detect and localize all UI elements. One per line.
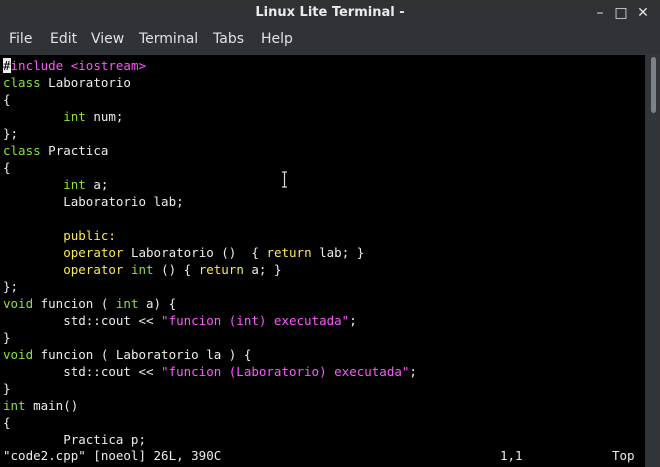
- code-token: int: [115, 296, 139, 311]
- code-token: operator: [63, 262, 124, 277]
- code-line: {: [3, 159, 11, 176]
- code-token: std::cout <<: [3, 364, 162, 379]
- code-line: int num;: [3, 108, 123, 125]
- code-token: num;: [85, 109, 124, 124]
- title-bar[interactable]: Linux Lite Terminal - – □ ✕: [0, 0, 660, 27]
- code-token: void: [3, 296, 34, 311]
- code-token: int: [3, 398, 26, 413]
- code-line: class Practica: [3, 142, 108, 159]
- code-line: Practica p;: [3, 431, 146, 448]
- code-line: }: [3, 380, 11, 397]
- terminal-screen[interactable]: Practica p;{int main()} std::cout << "fu…: [0, 55, 645, 467]
- code-token: ;: [409, 364, 417, 379]
- menu-terminal[interactable]: Terminal: [139, 31, 198, 47]
- code-line: std::cout << "funcion (int) executada";: [3, 312, 357, 329]
- code-line: Laboratorio lab;: [3, 193, 184, 210]
- text-cursor-icon: [282, 171, 287, 188]
- code-line: {: [3, 91, 11, 108]
- code-token: Laboratorio () {: [123, 245, 267, 260]
- code-token: {: [3, 160, 11, 175]
- code-token: a; }: [243, 262, 282, 277]
- maximize-icon[interactable]: □: [611, 4, 631, 23]
- code-token: public:: [63, 228, 116, 243]
- code-token: main(): [25, 398, 79, 413]
- code-token: Practica: [40, 143, 109, 158]
- vim-status-scroll: Top: [612, 448, 635, 463]
- code-token: return: [198, 262, 244, 277]
- code-line: class Laboratorio: [3, 74, 131, 91]
- code-line: #include <iostream>: [3, 57, 146, 74]
- scrollbar-thumb[interactable]: [651, 57, 656, 113]
- menu-help[interactable]: Help: [261, 31, 293, 47]
- window-title: Linux Lite Terminal -: [255, 5, 405, 20]
- code-token: Practica p;: [3, 432, 146, 447]
- code-token: funcion (: [33, 296, 116, 311]
- menu-file[interactable]: File: [9, 31, 32, 47]
- code-line: };: [3, 278, 18, 295]
- code-token: Laboratorio lab;: [3, 194, 184, 209]
- code-line: void funcion ( Laboratorio la ) {: [3, 346, 251, 363]
- code-token: {: [3, 415, 11, 430]
- code-line: }: [3, 329, 11, 346]
- terminal-window: Linux Lite Terminal - – □ ✕ File Edit Vi…: [0, 0, 660, 467]
- vim-status-position: 1,1: [500, 448, 523, 463]
- code-token: void: [3, 347, 34, 362]
- code-token: "funcion (int) executada": [161, 313, 350, 328]
- code-line: operator int () { return a; }: [3, 261, 282, 278]
- code-token: include: [10, 58, 71, 73]
- menu-bar: File Edit View Terminal Tabs Help: [0, 27, 660, 54]
- code-token: operator: [63, 245, 124, 260]
- code-token: {: [3, 92, 11, 107]
- code-token: ;: [349, 313, 357, 328]
- code-line: public:: [3, 227, 116, 244]
- code-token: };: [3, 279, 19, 294]
- menu-view[interactable]: View: [91, 31, 124, 47]
- code-line: void funcion ( int a) {: [3, 295, 176, 312]
- minimize-icon[interactable]: –: [590, 4, 610, 23]
- close-icon[interactable]: ✕: [633, 4, 653, 23]
- menu-tabs[interactable]: Tabs: [213, 31, 244, 47]
- code-token: class: [3, 75, 41, 90]
- code-token: class: [3, 143, 41, 158]
- code-line: int main(): [3, 397, 78, 414]
- code-line: int a;: [3, 176, 108, 193]
- scrollbar-track[interactable]: [645, 55, 660, 467]
- code-token: Laboratorio: [40, 75, 131, 90]
- code-token: return: [266, 245, 312, 260]
- code-line: operator Laboratorio () { return lab; }: [3, 244, 364, 261]
- menu-edit[interactable]: Edit: [50, 31, 77, 47]
- terminal-cursor: #: [3, 58, 11, 73]
- code-token: }: [3, 381, 11, 396]
- code-token: "funcion (Laboratorio) executada": [161, 364, 410, 379]
- code-token: <iostream>: [70, 58, 147, 73]
- code-token: int: [63, 109, 86, 124]
- code-token: a) {: [138, 296, 177, 311]
- code-token: lab; }: [311, 245, 365, 260]
- code-token: () {: [153, 262, 199, 277]
- code-token: std::cout <<: [3, 313, 162, 328]
- code-line: {: [3, 414, 11, 431]
- code-token: };: [3, 126, 19, 141]
- code-token: int: [63, 177, 86, 192]
- code-token: a;: [85, 177, 109, 192]
- vim-status-file: "code2.cpp" [noeol] 26L, 390C: [3, 448, 222, 463]
- code-line: std::cout << "funcion (Laboratorio) exec…: [3, 363, 417, 380]
- code-token: funcion ( Laboratorio la ) {: [33, 347, 252, 362]
- code-line: };: [3, 125, 18, 142]
- code-token: int: [130, 262, 154, 277]
- code-token: }: [3, 330, 11, 345]
